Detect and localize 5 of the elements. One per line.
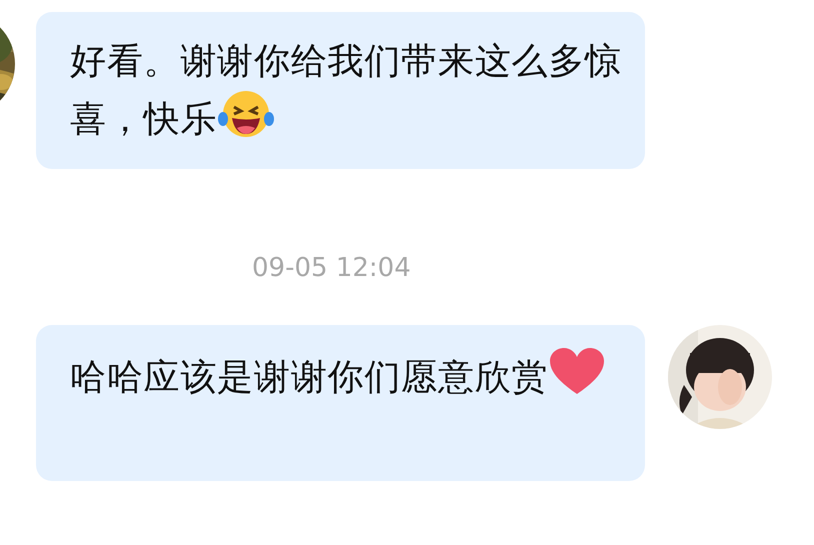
heart-icon: [548, 347, 606, 397]
message-bubble: 好看。谢谢你给我们带来这么多惊喜，快乐: [36, 12, 645, 169]
timestamp: 09-05 12:04: [252, 253, 411, 283]
message-bubble: 哈哈应该是谢谢你们愿意欣赏: [36, 325, 645, 481]
laughing-emoji-icon: [217, 89, 276, 139]
